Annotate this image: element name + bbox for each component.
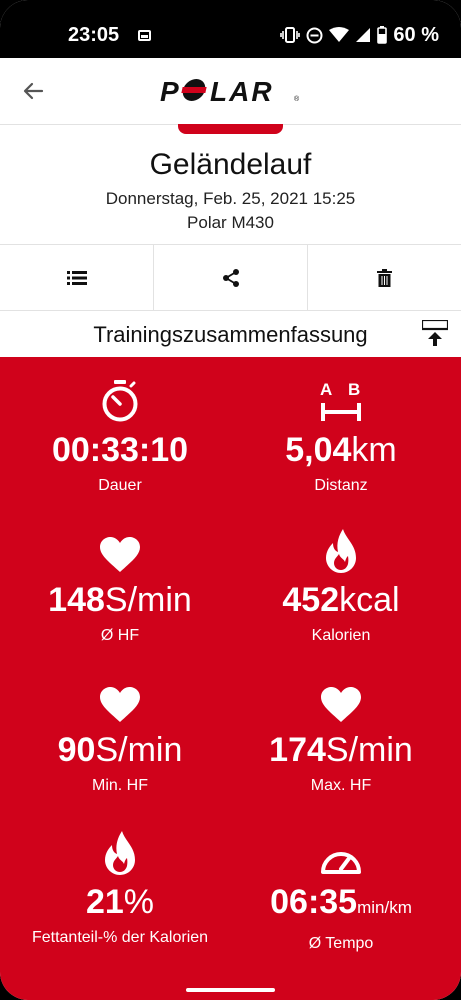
training-summary-panel: 00:33:10 Dauer A B 5,04km Distanz 148S/m… [0, 357, 461, 1000]
home-indicator[interactable] [186, 988, 275, 992]
status-time: 23:05 [68, 24, 120, 46]
flame-icon [105, 831, 135, 875]
delete-button[interactable] [308, 245, 461, 310]
share-button[interactable] [154, 245, 308, 310]
stat-calories: 452kcal Kalorien [226, 529, 456, 646]
session-device: Polar M430 [187, 213, 274, 232]
vibrate-icon [280, 27, 301, 43]
session-date: Donnerstag, Feb. 25, 2021 15:25 [105, 189, 356, 208]
battery-percentage: 60 % [393, 23, 439, 46]
stat-calories-value: 452kcal [282, 581, 400, 619]
stat-max-hr-value: 174S/min [269, 731, 413, 769]
phone-screen: 23:05 60 % P LAR ® Geländelauf Donnersta… [0, 0, 461, 1000]
details-list-button[interactable] [0, 245, 154, 310]
stat-min-hr-value: 90S/min [57, 731, 183, 769]
stat-distance-label: Distanz [314, 477, 368, 494]
heart-icon [100, 537, 140, 572]
heart-icon [100, 687, 140, 722]
stopwatch-icon [102, 380, 138, 422]
stat-calories-label: Kalorien [311, 627, 371, 644]
stat-duration-label: Dauer [98, 477, 142, 494]
pin-to-top-icon[interactable] [422, 320, 448, 346]
svg-text:B: B [348, 380, 360, 399]
section-title: Trainingszusammenfassung [93, 322, 368, 347]
svg-text:®: ® [294, 95, 300, 103]
notification-image-icon [138, 30, 151, 41]
stat-distance: A B 5,04km Distanz [226, 379, 456, 496]
stat-distance-value: 5,04km [285, 431, 397, 469]
stat-avg-hr-value: 148S/min [48, 581, 192, 619]
app-bar: P LAR ® [0, 58, 461, 125]
stat-fat-percent-value: 21% [85, 883, 155, 921]
signal-icon [356, 28, 371, 42]
session-title: Geländelauf [149, 148, 312, 181]
status-icons: 60 % [280, 23, 439, 47]
stat-duration: 00:33:10 Dauer [5, 379, 235, 496]
heart-icon [321, 687, 361, 722]
stat-min-hr: 90S/min Min. HF [5, 679, 235, 796]
stat-max-hr: 174S/min Max. HF [226, 679, 456, 796]
trash-icon [377, 268, 392, 287]
svg-text:P: P [160, 76, 181, 106]
svg-text:A: A [320, 380, 332, 399]
distance-ab-icon: A B [320, 380, 361, 421]
stat-pace-label: Ø Tempo [308, 935, 374, 952]
flame-icon [326, 529, 356, 573]
stat-pace-value: 06:35min/km [270, 883, 412, 921]
action-bar [0, 244, 461, 311]
stat-min-hr-label: Min. HF [92, 777, 148, 794]
polar-logo: P LAR ® [160, 76, 300, 106]
svg-text:LAR: LAR [210, 76, 274, 106]
stat-fat-percent-label: Fettanteil-% der Kalorien [31, 929, 209, 946]
list-icon [66, 270, 87, 285]
stat-avg-hr-label: Ø HF [100, 627, 140, 644]
do-not-disturb-icon [306, 27, 323, 43]
battery-icon [377, 26, 388, 44]
sport-tab-indicator [178, 124, 283, 134]
stat-pace: 06:35min/km Ø Tempo [226, 831, 456, 954]
stat-avg-hr: 148S/min Ø HF [5, 529, 235, 646]
share-icon [222, 268, 239, 287]
stat-max-hr-label: Max. HF [310, 777, 372, 794]
arrow-back-icon[interactable] [20, 78, 46, 104]
speedometer-icon [321, 852, 361, 874]
wifi-icon [329, 27, 350, 42]
stat-fat-percent: 21% Fettanteil-% der Kalorien [5, 831, 235, 948]
status-bar: 23:05 60 % [0, 0, 461, 58]
stat-duration-value: 00:33:10 [51, 431, 189, 469]
